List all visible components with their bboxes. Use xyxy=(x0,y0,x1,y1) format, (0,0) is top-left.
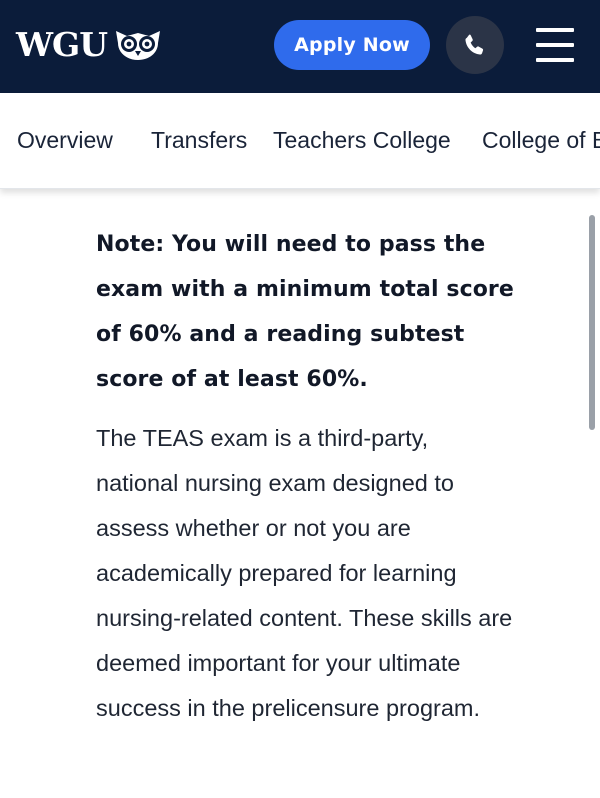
nav-transfers[interactable]: Transfers xyxy=(151,127,247,154)
wgu-logo[interactable]: WGU xyxy=(16,24,163,64)
menu-line xyxy=(536,43,574,47)
exam-note: Note: You will need to pass the exam wit… xyxy=(96,232,514,392)
top-header: WGU Apply Now xyxy=(0,0,600,93)
nav-teachers-college[interactable]: Teachers College xyxy=(273,127,451,154)
apply-now-button[interactable]: Apply Now xyxy=(274,20,430,70)
menu-line xyxy=(536,58,574,62)
hamburger-menu-icon[interactable] xyxy=(530,24,580,66)
nav-college-of-business[interactable]: College of B xyxy=(482,127,600,154)
scrollbar-thumb[interactable] xyxy=(589,215,595,430)
logo-text: WGU xyxy=(16,24,108,64)
menu-line xyxy=(536,28,574,32)
section-nav: Overview Transfers Teachers College Coll… xyxy=(0,93,600,189)
phone-icon xyxy=(465,34,484,55)
nav-overview[interactable]: Overview xyxy=(17,127,113,154)
phone-button[interactable] xyxy=(446,16,504,74)
owl-icon xyxy=(116,31,161,60)
teas-description: The TEAS exam is a third-party, national… xyxy=(96,425,513,721)
main-content: Note: You will need to pass the exam wit… xyxy=(96,222,516,731)
